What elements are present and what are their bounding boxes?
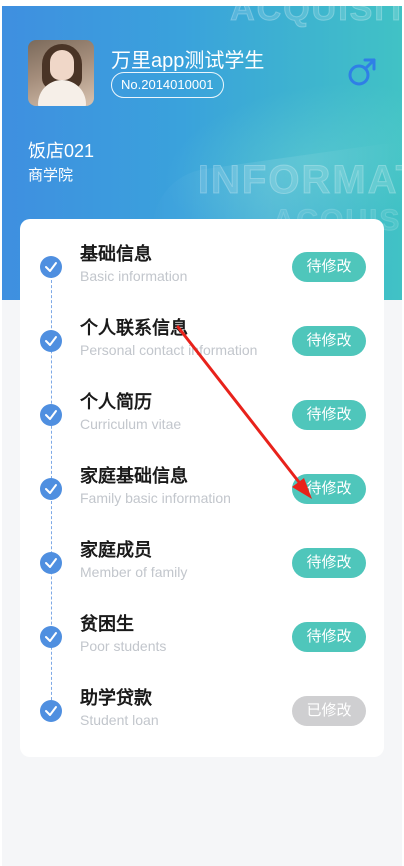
shop-name: 饭店021 <box>28 141 95 161</box>
status-button[interactable]: 待修改 <box>292 548 366 578</box>
status-button[interactable]: 已修改 <box>292 696 366 726</box>
item-subtitle: Member of family <box>80 564 188 580</box>
list-item-family-member[interactable]: 家庭成员 Member of family 待修改 <box>20 530 384 590</box>
list-item-poor-students[interactable]: 贫困生 Poor students 待修改 <box>20 604 384 664</box>
item-subtitle: Curriculum vitae <box>80 416 182 432</box>
list-item-personal-contact[interactable]: 个人联系信息 Personal contact information 待修改 <box>20 308 384 368</box>
item-title: 家庭基础信息 <box>80 466 188 486</box>
student-name: 万里app测试学生 <box>111 50 265 72</box>
item-subtitle: Student loan <box>80 712 159 728</box>
check-icon <box>40 700 62 722</box>
avatar[interactable] <box>28 40 94 106</box>
item-title: 家庭成员 <box>80 540 152 560</box>
check-icon <box>40 626 62 648</box>
item-title: 个人简历 <box>80 392 152 412</box>
status-button[interactable]: 待修改 <box>292 400 366 430</box>
item-title: 贫困生 <box>80 614 134 634</box>
item-subtitle: Poor students <box>80 638 167 654</box>
status-button[interactable]: 待修改 <box>292 252 366 282</box>
app-screen: ACQUISITI INFORMAT ACQUISIT 万里app测试学生 No… <box>0 0 404 866</box>
list-item-curriculum-vitae[interactable]: 个人简历 Curriculum vitae 待修改 <box>20 382 384 442</box>
top-strip <box>0 0 404 6</box>
check-icon <box>40 256 62 278</box>
watermark-information: INFORMAT <box>197 158 402 203</box>
student-number-badge: No.2014010001 <box>111 72 224 98</box>
check-icon <box>40 478 62 500</box>
check-icon <box>40 404 62 426</box>
status-button[interactable]: 待修改 <box>292 622 366 652</box>
item-subtitle: Personal contact information <box>80 342 258 358</box>
check-icon <box>40 552 62 574</box>
list-item-basic-information[interactable]: 基础信息 Basic information 待修改 <box>20 234 384 294</box>
item-title: 助学贷款 <box>80 688 152 708</box>
list-item-student-loan[interactable]: 助学贷款 Student loan 已修改 <box>20 678 384 738</box>
college-name: 商学院 <box>28 167 74 184</box>
item-subtitle: Basic information <box>80 268 188 284</box>
status-button[interactable]: 待修改 <box>292 474 366 504</box>
male-icon <box>348 58 376 86</box>
list-item-family-basic[interactable]: 家庭基础信息 Family basic information 待修改 <box>20 456 384 516</box>
left-edge <box>0 0 2 866</box>
item-subtitle: Family basic information <box>80 490 231 506</box>
check-icon <box>40 330 62 352</box>
item-title: 基础信息 <box>80 244 152 264</box>
watermark-acquisition-top: ACQUISITI <box>230 6 402 29</box>
avatar-face <box>50 50 74 80</box>
status-button[interactable]: 待修改 <box>292 326 366 356</box>
item-title: 个人联系信息 <box>80 318 188 338</box>
